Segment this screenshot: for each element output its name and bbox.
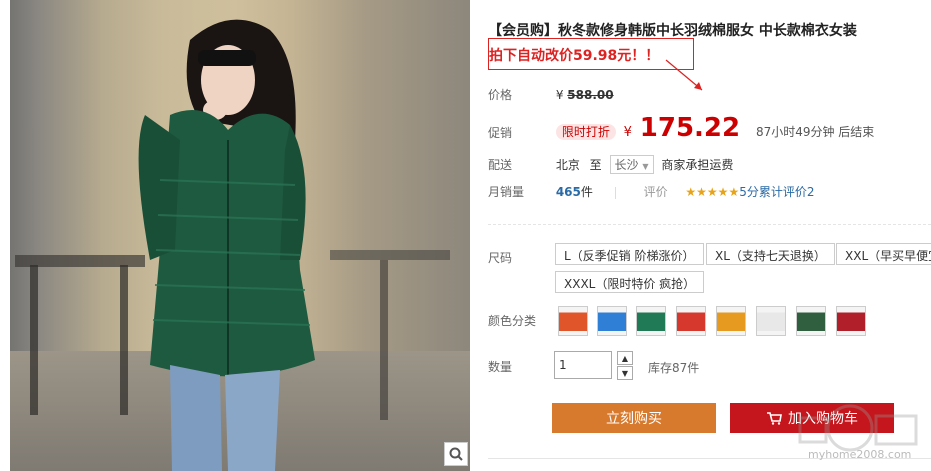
shipping-row: 配送 北京 至 长沙 ▼ 商家承担运费 [488, 155, 733, 174]
chevron-down-icon: ▼ [642, 162, 649, 171]
stock-text: 库存87件 [648, 361, 700, 375]
sale-tag-badge: 限时打折 [555, 124, 616, 140]
color-swatch-2[interactable] [597, 306, 627, 336]
promo-note: 拍下自动改价59.98元！！ [489, 48, 660, 64]
color-swatch-4[interactable] [676, 306, 706, 336]
quantity-label: 数量 [488, 360, 513, 374]
ship-from: 北京 [555, 158, 580, 172]
size-option-XXXL[interactable]: XXXL（限时特价 疯抢） [555, 271, 705, 293]
ship-to-value: 长沙 [614, 158, 639, 172]
original-price-currency: ¥ [555, 88, 564, 102]
color-swatch-3[interactable] [636, 306, 666, 336]
annotation-arrow-icon [665, 59, 703, 91]
product-photo[interactable] [0, 0, 470, 471]
color-swatch-8[interactable] [836, 306, 866, 336]
cart-icon [767, 412, 782, 425]
sale-price-currency: ¥ [623, 125, 632, 140]
color-swatch-7[interactable] [796, 306, 826, 336]
photo-frame-edge [0, 0, 10, 471]
sale-price-row: 促销 限时打折 ¥ 175.22 87小时49分钟 后结束 [488, 113, 874, 143]
sale-price: 175.22 [639, 113, 741, 143]
ship-to-select[interactable]: 长沙 ▼ [609, 155, 654, 174]
rating-label: 评价 [643, 185, 668, 199]
color-swatch-6[interactable] [756, 306, 786, 336]
color-swatch-5[interactable] [716, 306, 746, 336]
countdown-text: 87小时49分钟 后结束 [755, 125, 875, 139]
product-detail-panel: 【会员购】秋冬款修身韩版中长羽绒棉服女 中长款棉衣女装 拍下自动改价59.98元… [478, 0, 931, 471]
shipping-label: 配送 [488, 158, 513, 172]
watermark-text: myhome2008.com [808, 448, 912, 461]
sale-price-label: 促销 [488, 126, 513, 140]
original-price-row: 价格 ¥ 588.00 [488, 86, 614, 103]
color-swatch-1[interactable] [558, 306, 588, 336]
model-figure [15, 19, 450, 471]
product-title: 【会员购】秋冬款修身韩版中长羽绒棉服女 中长款棉衣女装 [488, 23, 857, 39]
quantity-decrease-button[interactable]: ▼ [617, 366, 633, 380]
zoom-button[interactable] [444, 442, 468, 466]
buy-now-button[interactable]: 立刻购买 [552, 403, 716, 433]
shipping-note: 商家承担运费 [661, 158, 734, 172]
size-option-L[interactable]: L（反季促销 阶梯涨价） [555, 243, 704, 265]
color-label: 颜色分类 [488, 314, 537, 328]
original-price: 588.00 [567, 88, 614, 102]
quantity-input[interactable]: 1 [554, 351, 612, 379]
monthly-sales-label: 月销量 [488, 185, 525, 199]
rating-text-link[interactable]: 5分累计评价2 [739, 185, 814, 199]
magnifier-icon [449, 447, 463, 461]
monthly-sales-unit: 件 [580, 185, 593, 199]
size-option-XL[interactable]: XL（支持七天退换） [706, 243, 835, 265]
monthly-sales-count: 465 [555, 185, 581, 199]
quantity-increase-button[interactable]: ▲ [617, 351, 633, 365]
size-option-XXL[interactable]: XXL（早买早便宜 [836, 243, 931, 265]
sales-row: 月销量 465件 评价 ★★★★★5分累计评价2 [488, 183, 814, 200]
size-label: 尺码 [488, 251, 513, 265]
divider [488, 224, 931, 225]
ship-to-word: 至 [589, 158, 602, 172]
original-price-label: 价格 [488, 88, 513, 102]
rating-stars-icon: ★★★★★ [685, 185, 740, 199]
